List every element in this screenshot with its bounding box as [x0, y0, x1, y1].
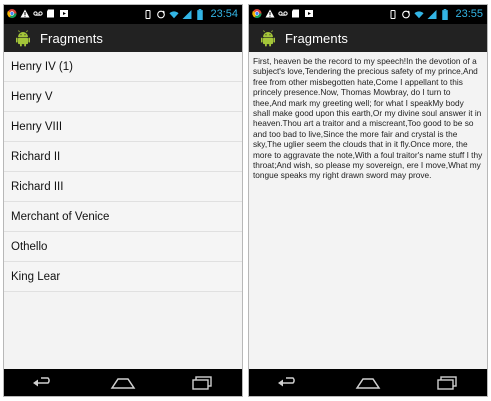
signal-icon [427, 9, 437, 19]
vibrate-icon [145, 9, 151, 19]
app-title: Fragments [285, 30, 349, 46]
alert-icon [20, 9, 30, 18]
sd-card-icon [47, 9, 54, 18]
action-bar: Fragments [4, 24, 242, 52]
home-button[interactable] [108, 373, 138, 393]
signal-icon [182, 9, 192, 19]
list-item-king-lear[interactable]: King Lear [4, 262, 242, 292]
status-bar: 23:55 [249, 5, 487, 24]
voicemail-icon [33, 11, 43, 16]
android-app-icon[interactable] [258, 28, 278, 48]
list-item-othello[interactable]: Othello [4, 232, 242, 262]
sync-icon [402, 10, 411, 18]
recent-apps-icon [437, 375, 458, 390]
status-time: 23:55 [455, 8, 483, 20]
battery-icon [442, 8, 449, 20]
chrome-icon [7, 9, 17, 19]
android-app-icon[interactable] [13, 28, 33, 48]
chrome-icon [252, 9, 262, 19]
back-icon [277, 376, 295, 386]
recent-apps-icon [192, 375, 213, 390]
home-icon [110, 377, 136, 389]
speech-content: First, heaven be the record to my speech… [249, 52, 487, 369]
action-bar: Fragments [249, 24, 487, 52]
list-item-henry-iv-1[interactable]: Henry IV (1) [4, 52, 242, 82]
recent-apps-button[interactable] [432, 373, 462, 393]
vibrate-icon [390, 9, 396, 19]
play-list: Henry IV (1) Henry V Henry VIII Richard … [4, 52, 242, 369]
list-item-richard-iii[interactable]: Richard III [4, 172, 242, 202]
sync-icon [157, 10, 166, 18]
navigation-bar [4, 369, 242, 396]
home-icon [355, 377, 381, 389]
list-item-henry-viii[interactable]: Henry VIII [4, 112, 242, 142]
play-store-icon [60, 10, 68, 17]
back-button[interactable] [274, 373, 304, 393]
battery-icon [197, 8, 204, 20]
list-item-henry-v[interactable]: Henry V [4, 82, 242, 112]
status-bar: 23:54 [4, 5, 242, 24]
play-store-icon [305, 10, 313, 17]
navigation-bar [249, 369, 487, 396]
alert-icon [265, 9, 275, 18]
back-button[interactable] [29, 373, 59, 393]
voicemail-icon [278, 11, 288, 16]
recent-apps-button[interactable] [187, 373, 217, 393]
sd-card-icon [292, 9, 299, 18]
app-title: Fragments [40, 30, 104, 46]
back-icon [32, 376, 50, 386]
status-time: 23:54 [210, 8, 238, 20]
wifi-icon [169, 10, 180, 18]
list-item-merchant-of-venice[interactable]: Merchant of Venice [4, 202, 242, 232]
speech-text: First, heaven be the record to my speech… [253, 56, 483, 181]
list-item-richard-ii[interactable]: Richard II [4, 142, 242, 172]
wifi-icon [414, 10, 425, 18]
phone-screen-list: 23:54 Fragments Henry IV (1) Henry V Hen… [3, 4, 243, 397]
home-button[interactable] [353, 373, 383, 393]
phone-screen-detail: 23:55 Fragments First, heaven be the rec… [248, 4, 488, 397]
